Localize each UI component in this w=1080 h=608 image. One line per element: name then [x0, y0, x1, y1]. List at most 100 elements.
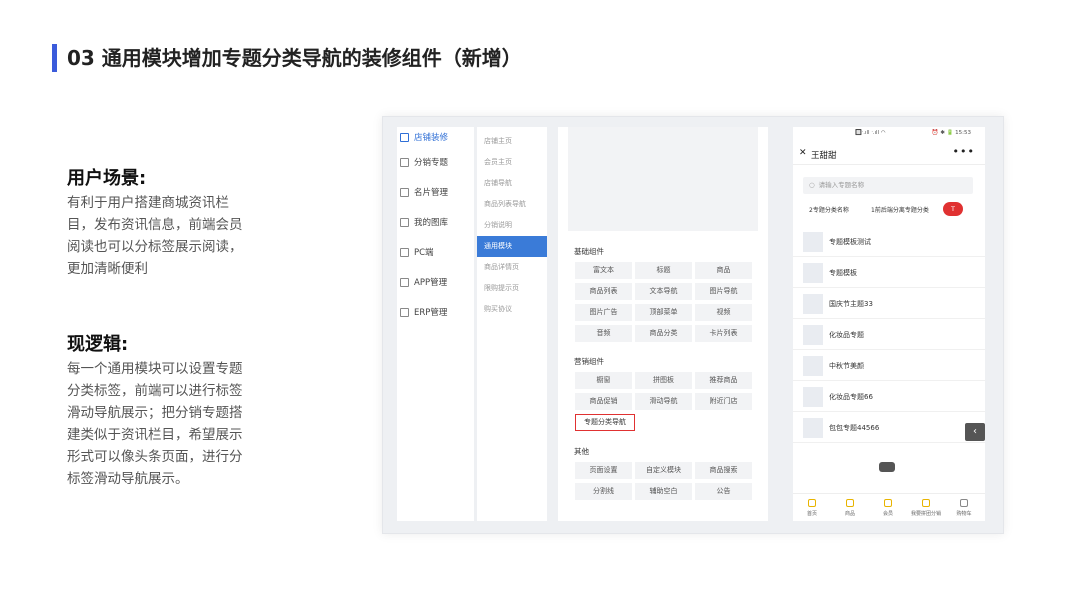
primary-nav-label: ERP管理	[414, 308, 448, 318]
secondary-nav-item[interactable]: 商品详情页	[477, 257, 547, 278]
topic-thumbnail	[803, 356, 823, 376]
scene-body: 有利于用户搭建商城资讯栏目，发布资讯信息，前端会员阅读也可以分标签展示阅读，更加…	[67, 195, 243, 277]
component-tile[interactable]: 商品搜索	[695, 462, 752, 479]
phone-tab-label: 会员	[882, 511, 893, 517]
primary-nav-item[interactable]: 店铺装修	[397, 127, 474, 147]
secondary-nav-item[interactable]: 商品列表导航	[477, 194, 547, 215]
topic-list-item[interactable]: 化妆品专题	[793, 320, 985, 350]
component-tile[interactable]: 标题	[635, 262, 692, 279]
component-tile[interactable]: 拼图板	[635, 372, 692, 389]
admin-screenshot: 店铺装修分销专题名片管理我的图库 PC端 APP管理 ERP管理 店铺主页 会员主页 店铺…	[382, 116, 1004, 534]
primary-nav-label: 名片管理	[414, 188, 449, 198]
component-tile[interactable]: 音频	[575, 325, 632, 342]
phone-tabbar: 首页 商品 会员 我要拼团分销 购物车	[793, 493, 985, 521]
phone-tab[interactable]: 会员	[869, 494, 907, 521]
topic-list-item[interactable]: 国庆节主题33	[793, 289, 985, 319]
more-icon[interactable]: •••	[953, 145, 975, 158]
secondary-nav-item[interactable]: 店铺导航	[477, 173, 547, 194]
component-tile[interactable]: 顶部菜单	[635, 304, 692, 321]
category-tab-badge[interactable]: T	[943, 202, 963, 216]
phone-tab[interactable]: 首页	[793, 494, 831, 521]
topic-list-item[interactable]: 包包专题44566	[793, 413, 985, 443]
logic-heading: 现逻辑:	[67, 334, 129, 355]
secondary-nav-item[interactable]: 会员主页	[477, 152, 547, 173]
status-signal-icons: 🔲ᐧ.ıll ᐧ.ıll ◠	[855, 130, 886, 136]
secondary-nav-item[interactable]: 店铺主页	[477, 131, 547, 152]
topic-thumbnail	[803, 387, 823, 407]
component-tile[interactable]: 自定义模块	[635, 462, 692, 479]
topic-label: 中秋节美颜	[829, 362, 864, 370]
component-tile[interactable]: 图片导航	[695, 283, 752, 300]
collapse-arrow-button[interactable]: ‹	[965, 423, 985, 441]
phone-tab[interactable]: 我要拼团分销	[907, 494, 945, 521]
phone-header: ✕ 王甜甜 •••	[793, 145, 985, 165]
phone-tab[interactable]: 商品	[831, 494, 869, 521]
card-icon	[400, 187, 409, 197]
component-tile[interactable]: 富文本	[575, 262, 632, 279]
primary-nav-label: 店铺装修	[414, 133, 449, 143]
secondary-nav-item[interactable]: 分销说明	[477, 215, 547, 236]
primary-nav-item[interactable]: 我的图库	[397, 207, 474, 237]
primary-nav-label: APP管理	[414, 278, 448, 288]
page-title: 03 通用模块增加专题分类导航的装修组件（新增）	[67, 46, 522, 70]
status-clock: ⏰ ✱ 🔋 15:53	[931, 130, 971, 136]
category-tabs: 2专题分类名称 1前后端分离专题分类 T	[793, 201, 985, 219]
component-tile[interactable]: 附近门店	[695, 393, 752, 410]
component-tile[interactable]: 推荐商品	[695, 372, 752, 389]
primary-nav-item[interactable]: 名片管理	[397, 177, 474, 207]
component-tile[interactable]: 橱窗	[575, 372, 632, 389]
secondary-nav-item[interactable]: 限购提示页	[477, 278, 547, 299]
primary-nav-item[interactable]: PC端	[397, 237, 474, 267]
scene-heading: 用户场景:	[67, 168, 147, 189]
primary-nav-item[interactable]: 分销专题	[397, 147, 474, 177]
component-preview-area	[568, 127, 758, 231]
tab-icon	[884, 499, 892, 507]
group-title-other: 其他	[574, 447, 589, 456]
primary-nav-item[interactable]: APP管理	[397, 267, 474, 297]
primary-nav-item[interactable]: ERP管理	[397, 297, 474, 327]
component-tile[interactable]: 卡片列表	[695, 325, 752, 342]
topic-thumbnail	[803, 294, 823, 314]
topic-list-item[interactable]: 中秋节美颜	[793, 351, 985, 381]
topic-thumbnail	[803, 232, 823, 252]
component-tile[interactable]: 滑动导航	[635, 393, 692, 410]
topic-list-item[interactable]: 专题模板测试	[793, 227, 985, 257]
topic-list-item[interactable]: 专题模板	[793, 258, 985, 288]
erp-icon	[400, 307, 409, 317]
topic-search-input[interactable]: ○ 请输入专题名称	[803, 177, 973, 194]
phone-tab[interactable]: 购物车	[945, 494, 983, 521]
topic-list-item[interactable]: 化妆品专题66	[793, 382, 985, 412]
component-tile[interactable]: 分割线	[575, 483, 632, 500]
brush-icon	[400, 132, 409, 142]
group-title-basic: 基础组件	[574, 247, 604, 256]
component-tile[interactable]: 商品	[695, 262, 752, 279]
component-tile[interactable]: 辅助空白	[635, 483, 692, 500]
component-tile[interactable]: 商品列表	[575, 283, 632, 300]
component-tile[interactable]: 商品分类	[635, 325, 692, 342]
component-tile[interactable]: 专题分类导航	[575, 414, 635, 431]
category-tab-1[interactable]: 2专题分类名称	[809, 205, 849, 214]
topic-thumbnail	[803, 263, 823, 283]
component-tile[interactable]: 视频	[695, 304, 752, 321]
primary-nav-label: 我的图库	[414, 218, 449, 228]
phone-title: 王甜甜	[811, 151, 837, 161]
component-tile[interactable]: 公告	[695, 483, 752, 500]
secondary-nav-item[interactable]: 购买协议	[477, 299, 547, 320]
tab-icon	[960, 499, 968, 507]
topic-label: 专题模板	[829, 269, 857, 277]
app-icon	[400, 277, 409, 287]
component-tile[interactable]: 图片广告	[575, 304, 632, 321]
category-tab-2[interactable]: 1前后端分离专题分类	[871, 205, 929, 214]
component-tile[interactable]: 页面设置	[575, 462, 632, 479]
tab-icon	[846, 499, 854, 507]
title-accent-bar	[52, 44, 57, 72]
monitor-icon	[400, 247, 409, 257]
tab-icon	[922, 499, 930, 507]
secondary-nav-item[interactable]: 通用模块	[477, 236, 547, 257]
component-tile[interactable]: 商品促销	[575, 393, 632, 410]
phone-tab-label: 我要拼团分销	[910, 511, 941, 517]
status-bar: 🔲ᐧ.ıll ᐧ.ıll ◠ ⏰ ✱ 🔋 15:53	[793, 127, 985, 141]
topic-label: 化妆品专题	[829, 331, 864, 339]
close-icon[interactable]: ✕	[799, 148, 807, 158]
component-tile[interactable]: 文本导航	[635, 283, 692, 300]
